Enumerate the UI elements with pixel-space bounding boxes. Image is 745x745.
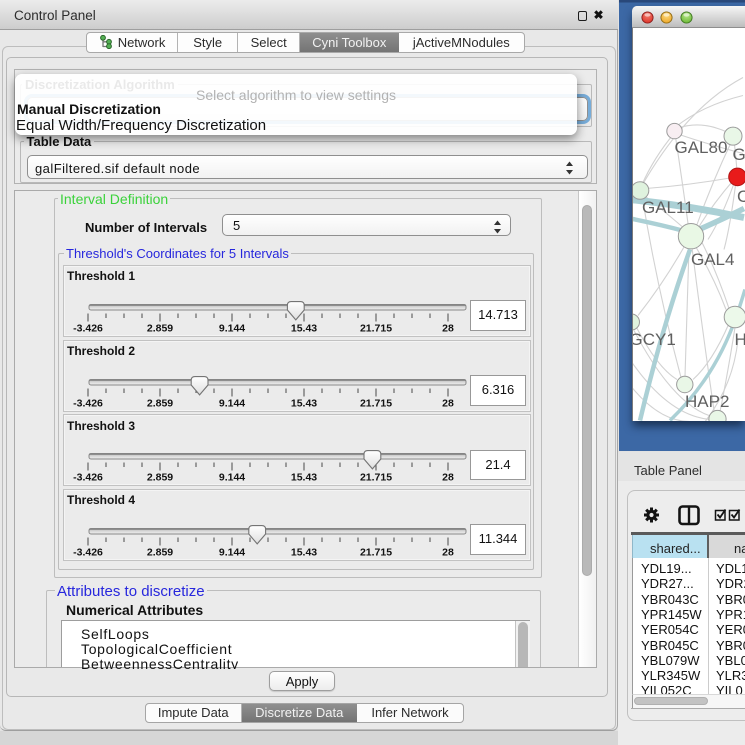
svg-text:9.144: 9.144: [219, 546, 245, 558]
svg-text:2.859: 2.859: [147, 546, 173, 558]
svg-text:15.43: 15.43: [291, 546, 317, 558]
svg-text:C: C: [737, 187, 745, 206]
svg-text:9.144: 9.144: [219, 322, 245, 334]
svg-text:15.43: 15.43: [291, 322, 317, 334]
svg-text:9.144: 9.144: [219, 472, 245, 484]
svg-text:2.859: 2.859: [147, 397, 173, 409]
svg-text:21.715: 21.715: [360, 322, 392, 334]
svg-text:GAL11: GAL11: [642, 198, 694, 217]
svg-text:21.715: 21.715: [360, 546, 392, 558]
svg-text:15.43: 15.43: [291, 397, 317, 409]
svg-text:GAL80: GAL80: [675, 138, 728, 157]
svg-text:21.715: 21.715: [360, 472, 392, 484]
svg-text:2.859: 2.859: [147, 322, 173, 334]
svg-text:28: 28: [442, 546, 454, 558]
svg-text:GAL4: GAL4: [691, 250, 734, 269]
svg-text:-3.426: -3.426: [73, 472, 103, 484]
svg-text:9.144: 9.144: [219, 397, 245, 409]
svg-text:GCY1: GCY1: [633, 330, 676, 349]
svg-text:HAP2: HAP2: [685, 392, 729, 411]
svg-text:-3.426: -3.426: [73, 322, 103, 334]
svg-text:15.43: 15.43: [291, 472, 317, 484]
svg-text:GA: GA: [733, 145, 745, 164]
svg-text:28: 28: [442, 322, 454, 334]
svg-text:-3.426: -3.426: [73, 397, 103, 409]
svg-text:28: 28: [442, 397, 454, 409]
svg-text:-3.426: -3.426: [73, 546, 103, 558]
svg-text:2.859: 2.859: [147, 472, 173, 484]
svg-text:21.715: 21.715: [360, 397, 392, 409]
svg-text:H: H: [735, 330, 745, 349]
svg-text:28: 28: [442, 472, 454, 484]
